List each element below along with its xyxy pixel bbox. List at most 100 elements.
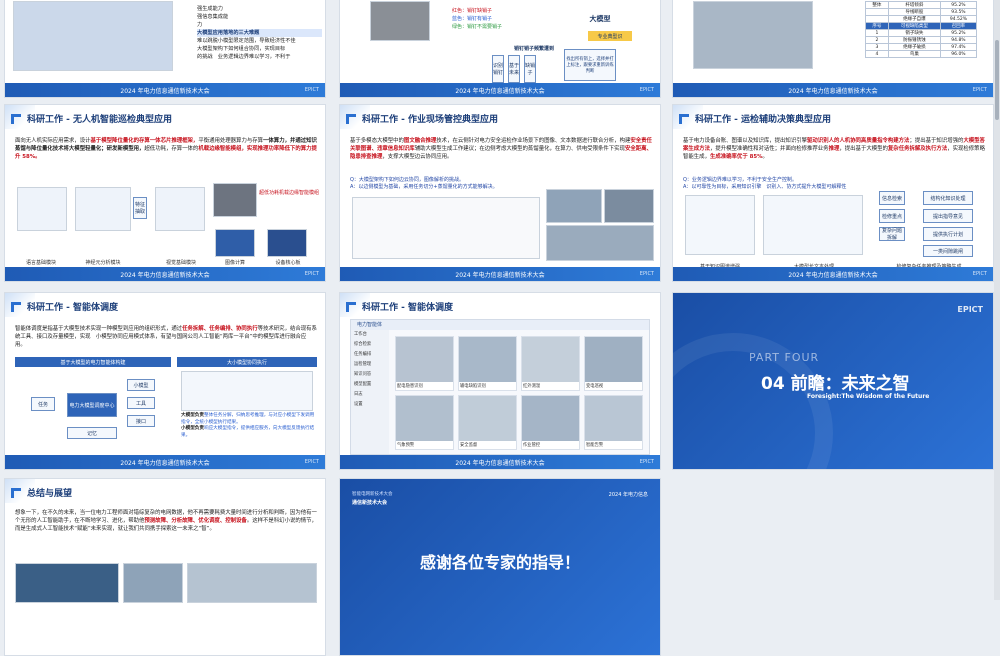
defect-table: 整体 杆塔倾斜 95.2% 导线断股 93.5% 绝缘子自爆 94.52% 序号 可视缺陷… xyxy=(865,1,978,58)
slide-footer: 2024 年电力信息通信新技术大会 EPICT xyxy=(673,83,993,97)
slide-title: 总结与展望 xyxy=(27,489,73,499)
slide-paragraph: 面向无人机实际应用需求，设计基于模型降位量化的存算一体芯片推理框架，平衡通用处理… xyxy=(15,138,317,160)
label-green: 绿色：销钉不需要销子 xyxy=(452,24,503,30)
slide-thumb-6[interactable]: 科研工作 - 运检辅助决策典型应用 基于电力设备台账、图谱以及知识库，提出知识引… xyxy=(672,104,994,282)
diagram-box: 记忆 xyxy=(67,427,117,439)
slide-thumb-11[interactable]: 智能电网新技术大会 通信新技术大会 2024 年电力信息 感谢各位专家的指导！ xyxy=(339,478,661,656)
epict-logo: EPICT xyxy=(304,459,319,465)
caption: 图像计算 xyxy=(224,260,245,266)
app-card[interactable]: 配电隐患识别 xyxy=(395,336,454,391)
chat-screenshot xyxy=(352,197,540,259)
app-header: 电力智能体 xyxy=(351,320,649,330)
title-mark-icon xyxy=(346,302,356,312)
substation-photo xyxy=(123,563,183,603)
diagram-box: 任务 xyxy=(31,397,55,411)
app-card[interactable]: 智能告警 xyxy=(584,395,643,450)
slide-thumb-4[interactable]: 科研工作 - 无人机智能巡检典型应用 面向无人机实际应用需求，设计基于模型降位量… xyxy=(4,104,326,282)
question-text: Q：业务逻辑边界难以学习，不利于安全生产控制。 xyxy=(683,177,797,183)
slide-thumb-1[interactable]: 强生成能力 强信息集成能 力 大模型应用落地的三大难题 难以跳脱小模型限定范围，… xyxy=(4,0,326,98)
flow-box: 提出指导意见 xyxy=(923,209,973,223)
slide-thumb-7[interactable]: 科研工作 - 智能体调度 智能体调度是指基于大模型技术实现一种模型到应用的组织形… xyxy=(4,292,326,470)
scrollbar-thumb[interactable] xyxy=(995,40,999,120)
slide-footer: 2024 年电力信息通信新技术大会 EPICT xyxy=(5,83,325,97)
powerline-photo xyxy=(187,563,317,603)
site-photo-1 xyxy=(546,189,602,223)
app-card[interactable]: 作业管控 xyxy=(521,395,580,450)
table-header-row: 序号 可视缺陷类型 召回率 xyxy=(865,22,978,30)
app-card[interactable]: 变电巡视 xyxy=(584,336,643,391)
slide-footer: 2024 年电力信息通信新技术大会 EPICT xyxy=(673,267,993,281)
section-heading: 04 前瞻：未来之智 xyxy=(761,374,910,394)
title-mark-icon xyxy=(346,114,356,124)
app-card[interactable]: 红外测温 xyxy=(521,336,580,391)
caption: 语言基础模块 xyxy=(25,260,56,266)
slide-thumb-3[interactable]: 整体 杆塔倾斜 95.2% 导线断股 93.5% 绝缘子自爆 94.52% 序号 可视缺陷… xyxy=(672,0,994,98)
label-red: 红色：销钉缺销子 xyxy=(452,8,493,14)
slide-title: 科研工作 - 作业现场管控典型应用 xyxy=(362,115,499,125)
legend-labels: 红色：销钉缺销子 蓝色：销钉有销子 绿色：销钉不需要销子 xyxy=(452,7,502,31)
app-card[interactable]: 输电缺陷识别 xyxy=(458,336,517,391)
epict-logo: EPICT xyxy=(972,87,987,93)
app-card[interactable]: 气象预警 xyxy=(395,395,454,450)
sidebar-item[interactable]: 综合检索 xyxy=(354,340,389,350)
board-photo-2 xyxy=(267,229,307,257)
slide-thumb-10[interactable]: 总结与展望 想象一下，在不久的未来，当一位电力工程师面对错综复杂的电网数据，他不… xyxy=(4,478,326,656)
top-right-label: 2024 年电力信息 xyxy=(608,492,648,498)
slide-thumb-5[interactable]: 科研工作 - 作业现场管控典型应用 基于多模态大模型中的图文融合推理技术，在云侧… xyxy=(339,104,661,282)
thank-you-text: 感谢各位专家的指导！ xyxy=(419,553,580,572)
label-blue: 蓝色：销钉有销子 xyxy=(452,16,493,22)
caption: 视觉基础模块 xyxy=(165,260,196,266)
sidebar-item[interactable]: 知识问答 xyxy=(354,370,389,380)
module-caption: 超低功耗机载边缘智能模组 xyxy=(259,190,320,196)
sidebar-item[interactable]: 工作台 xyxy=(354,330,389,340)
slide-title: 科研工作 - 无人机智能巡检典型应用 xyxy=(27,115,173,125)
slide-paragraph: 基于电力设备台账、图谱以及知识库，提出知识引擎驱动识别人的人机协同高质量指令构建… xyxy=(683,138,985,160)
longtext-diagram xyxy=(763,195,863,255)
tower-photo xyxy=(693,1,813,69)
slide-thumb-9[interactable]: EPICT PART FOUR 04 前瞻：未来之智 Foresight:The… xyxy=(672,292,994,470)
diagram-image xyxy=(13,1,173,71)
slide-paragraph: 基于多模态大模型中的图文融合推理技术，在云侧针对电力安全运检作业场景下的图像、文… xyxy=(350,138,652,160)
epict-logo: EPICT xyxy=(639,459,654,465)
right-description: 大模型负责整体任务分解，归纳思考推理，与对应小模型下发调用指令，全统小模型执行结… xyxy=(181,413,315,438)
card-grid: 配电隐患识别 输电缺陷识别 红外测温 变电巡视 气象预警 安全监督 作业管控 智… xyxy=(395,336,643,450)
slide-footer: 2024 年电力信息通信新技术大会 EPICT xyxy=(340,83,660,97)
answer-text: A：以边侧模型为基础，采用任务切分+蒸馏量化的方式能够解决。 xyxy=(350,184,498,190)
right-section-header: 大小模型协同执行 xyxy=(177,357,317,367)
pin-heading: 销钉销子频繁遭到 xyxy=(513,45,554,52)
app-card[interactable]: 安全监督 xyxy=(458,395,517,450)
flow-box: 检修重点 xyxy=(879,209,905,223)
step-box-3: 缺销子 xyxy=(524,55,536,83)
bullet-item: 力 xyxy=(197,22,203,28)
sidebar-item[interactable]: 模型配置 xyxy=(354,380,389,390)
epict-logo: EPICT xyxy=(639,87,654,93)
sidebar-item[interactable]: 设置 xyxy=(354,400,389,410)
diagram-box: 小模型 xyxy=(127,379,155,391)
qa-block: Q：大模型架构下如何边云协同，图像解析的挑战。 A：以边侧模型为基础，采用任务切… xyxy=(350,177,498,191)
slide-thumb-8[interactable]: 科研工作 - 智能体调度 电力智能体 工作台 综合检索 任务编排 运检管理 知识… xyxy=(339,292,661,470)
caption: 设备核心板 xyxy=(275,260,301,266)
sidebar-item[interactable]: 任务编排 xyxy=(354,350,389,360)
scrollbar[interactable] xyxy=(994,0,1000,600)
bullet-item: 大模型架构下如何组合协同，实现目标 xyxy=(197,46,286,52)
flow-box: 信息检索 xyxy=(879,191,905,205)
step-box-2: 基于未来 xyxy=(508,55,520,83)
bullet-item: 强信息集成能 xyxy=(197,14,229,20)
slide-footer: 2024 年电力信息通信新技术大会 EPICT xyxy=(340,267,660,281)
sidebar-item[interactable]: 日志 xyxy=(354,390,389,400)
big-model-output: 专业典型识 xyxy=(588,31,632,41)
table-row: 整体 杆塔倾斜 95.2% xyxy=(865,1,978,9)
slide-title: 科研工作 - 智能体调度 xyxy=(27,303,119,313)
site-photo-2 xyxy=(604,189,654,223)
slide-thumb-2[interactable]: 红色：销钉缺销子 蓝色：销钉有销子 绿色：销钉不需要销子 大模型 专业典型识 销… xyxy=(339,0,661,98)
epict-logo: EPICT xyxy=(957,305,983,314)
feature-extract-box: 特征抽取 xyxy=(133,197,147,219)
kg-diagram xyxy=(685,195,755,255)
sidebar-item[interactable]: 运检管理 xyxy=(354,360,389,370)
bullet-list: 强生成能力 强信息集成能 力 大模型应用落地的三大难题 难以跳脱小模型限定范围，… xyxy=(197,5,322,61)
board-photo-1 xyxy=(215,229,255,257)
slide-footer: 2024 年电力信息通信新技术大会 EPICT xyxy=(340,455,660,469)
title-mark-icon xyxy=(11,114,21,124)
table-row: 2 防振锤锈蚀 94.8% xyxy=(865,36,978,44)
coordination-diagram xyxy=(181,371,313,411)
